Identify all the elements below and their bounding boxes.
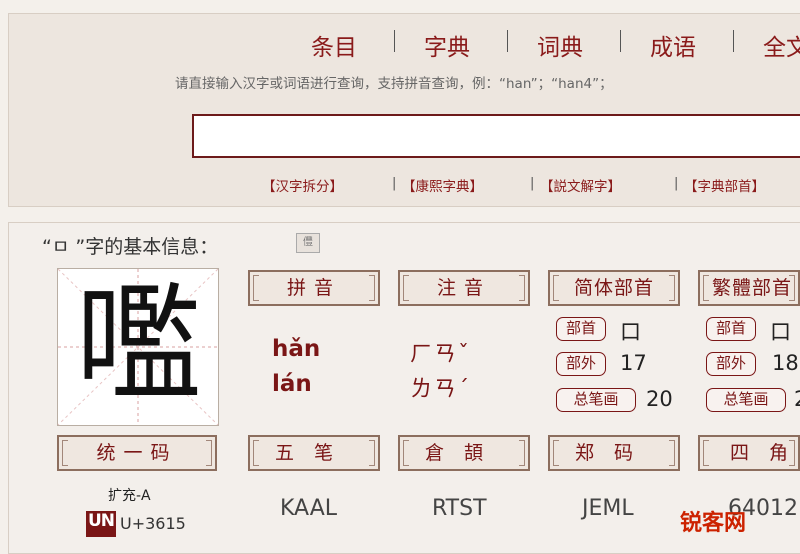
link-divider: |: [530, 176, 535, 191]
strokes-outside-value: 17: [620, 351, 647, 375]
tab-fulltext[interactable]: 全文: [763, 28, 800, 62]
pinyin-reading: lán: [272, 371, 312, 397]
radical-tag: 部首: [556, 317, 606, 341]
header-zhengma: 郑码: [548, 435, 680, 471]
link-radicals[interactable]: 【字典部首】: [684, 175, 765, 195]
total-strokes-tag: 总笔画: [706, 388, 786, 412]
header-wubi: 五笔: [248, 435, 380, 471]
link-shuowen-jiezi[interactable]: 【説文解字】: [540, 175, 621, 195]
radical-value: 口: [770, 320, 791, 344]
header-zhuyin: 注音: [398, 270, 530, 306]
total-strokes-tag: 总笔画: [556, 388, 636, 412]
total-strokes-value: 21: [794, 387, 800, 411]
character-display: 嚂: [57, 268, 219, 426]
header-four-corner: 四角: [698, 435, 800, 471]
info-title: “ㅁ ”字的基本信息：: [42, 236, 219, 258]
unicode-logo-icon: UN: [86, 511, 116, 537]
unicode-logo-text: UN: [88, 511, 115, 531]
wubi-code: KAAL: [280, 496, 338, 521]
radical-tag: 部首: [706, 317, 756, 341]
tab-word-dictionary[interactable]: 词典: [537, 28, 583, 62]
strokes-outside-value: 18: [772, 351, 799, 375]
link-kangxi-dictionary[interactable]: 【康熙字典】: [402, 175, 483, 195]
header-unicode: 统一码: [57, 435, 217, 471]
strokes-outside-tag: 部外: [556, 352, 606, 376]
strokes-outside-tag: 部外: [706, 352, 756, 376]
header-cangjie: 倉頡: [398, 435, 530, 471]
search-input[interactable]: [192, 114, 800, 158]
nav-divider: [620, 30, 621, 52]
tab-entries[interactable]: 条目: [311, 28, 357, 62]
header-pinyin: 拼音: [248, 270, 380, 306]
search-hint: 请直接输入汉字或词语进行查询，支持拼音查询，例：“han”；“han4”；: [175, 76, 613, 92]
variant-badge[interactable]: 㒥: [296, 233, 320, 253]
total-strokes-value: 20: [646, 387, 673, 411]
header-traditional-radical: 繁體部首: [698, 270, 800, 306]
tab-dictionary[interactable]: 字典: [424, 28, 470, 62]
zhuyin-reading: ㄏㄢˇ: [410, 342, 472, 367]
zhengma-code: JEML: [582, 496, 634, 521]
pinyin-reading: hǎn: [272, 336, 321, 362]
cangjie-code: RTST: [432, 496, 487, 521]
nav-divider: [733, 30, 734, 52]
nav-divider: [507, 30, 508, 52]
tab-idioms[interactable]: 成语: [650, 28, 696, 62]
site-watermark: 锐客网: [680, 511, 747, 536]
character-glyph: 嚂: [75, 271, 201, 418]
zhuyin-reading: ㄌㄢˊ: [410, 377, 472, 402]
unicode-code: U+3615: [120, 514, 186, 533]
link-divider: |: [674, 176, 679, 191]
link-divider: |: [392, 176, 397, 191]
nav-divider: [394, 30, 395, 52]
link-character-split[interactable]: 【汉字拆分】: [262, 175, 343, 195]
unicode-extension: 扩充-A: [108, 488, 151, 504]
radical-value: 口: [620, 320, 641, 344]
header-simplified-radical: 简体部首: [548, 270, 680, 306]
